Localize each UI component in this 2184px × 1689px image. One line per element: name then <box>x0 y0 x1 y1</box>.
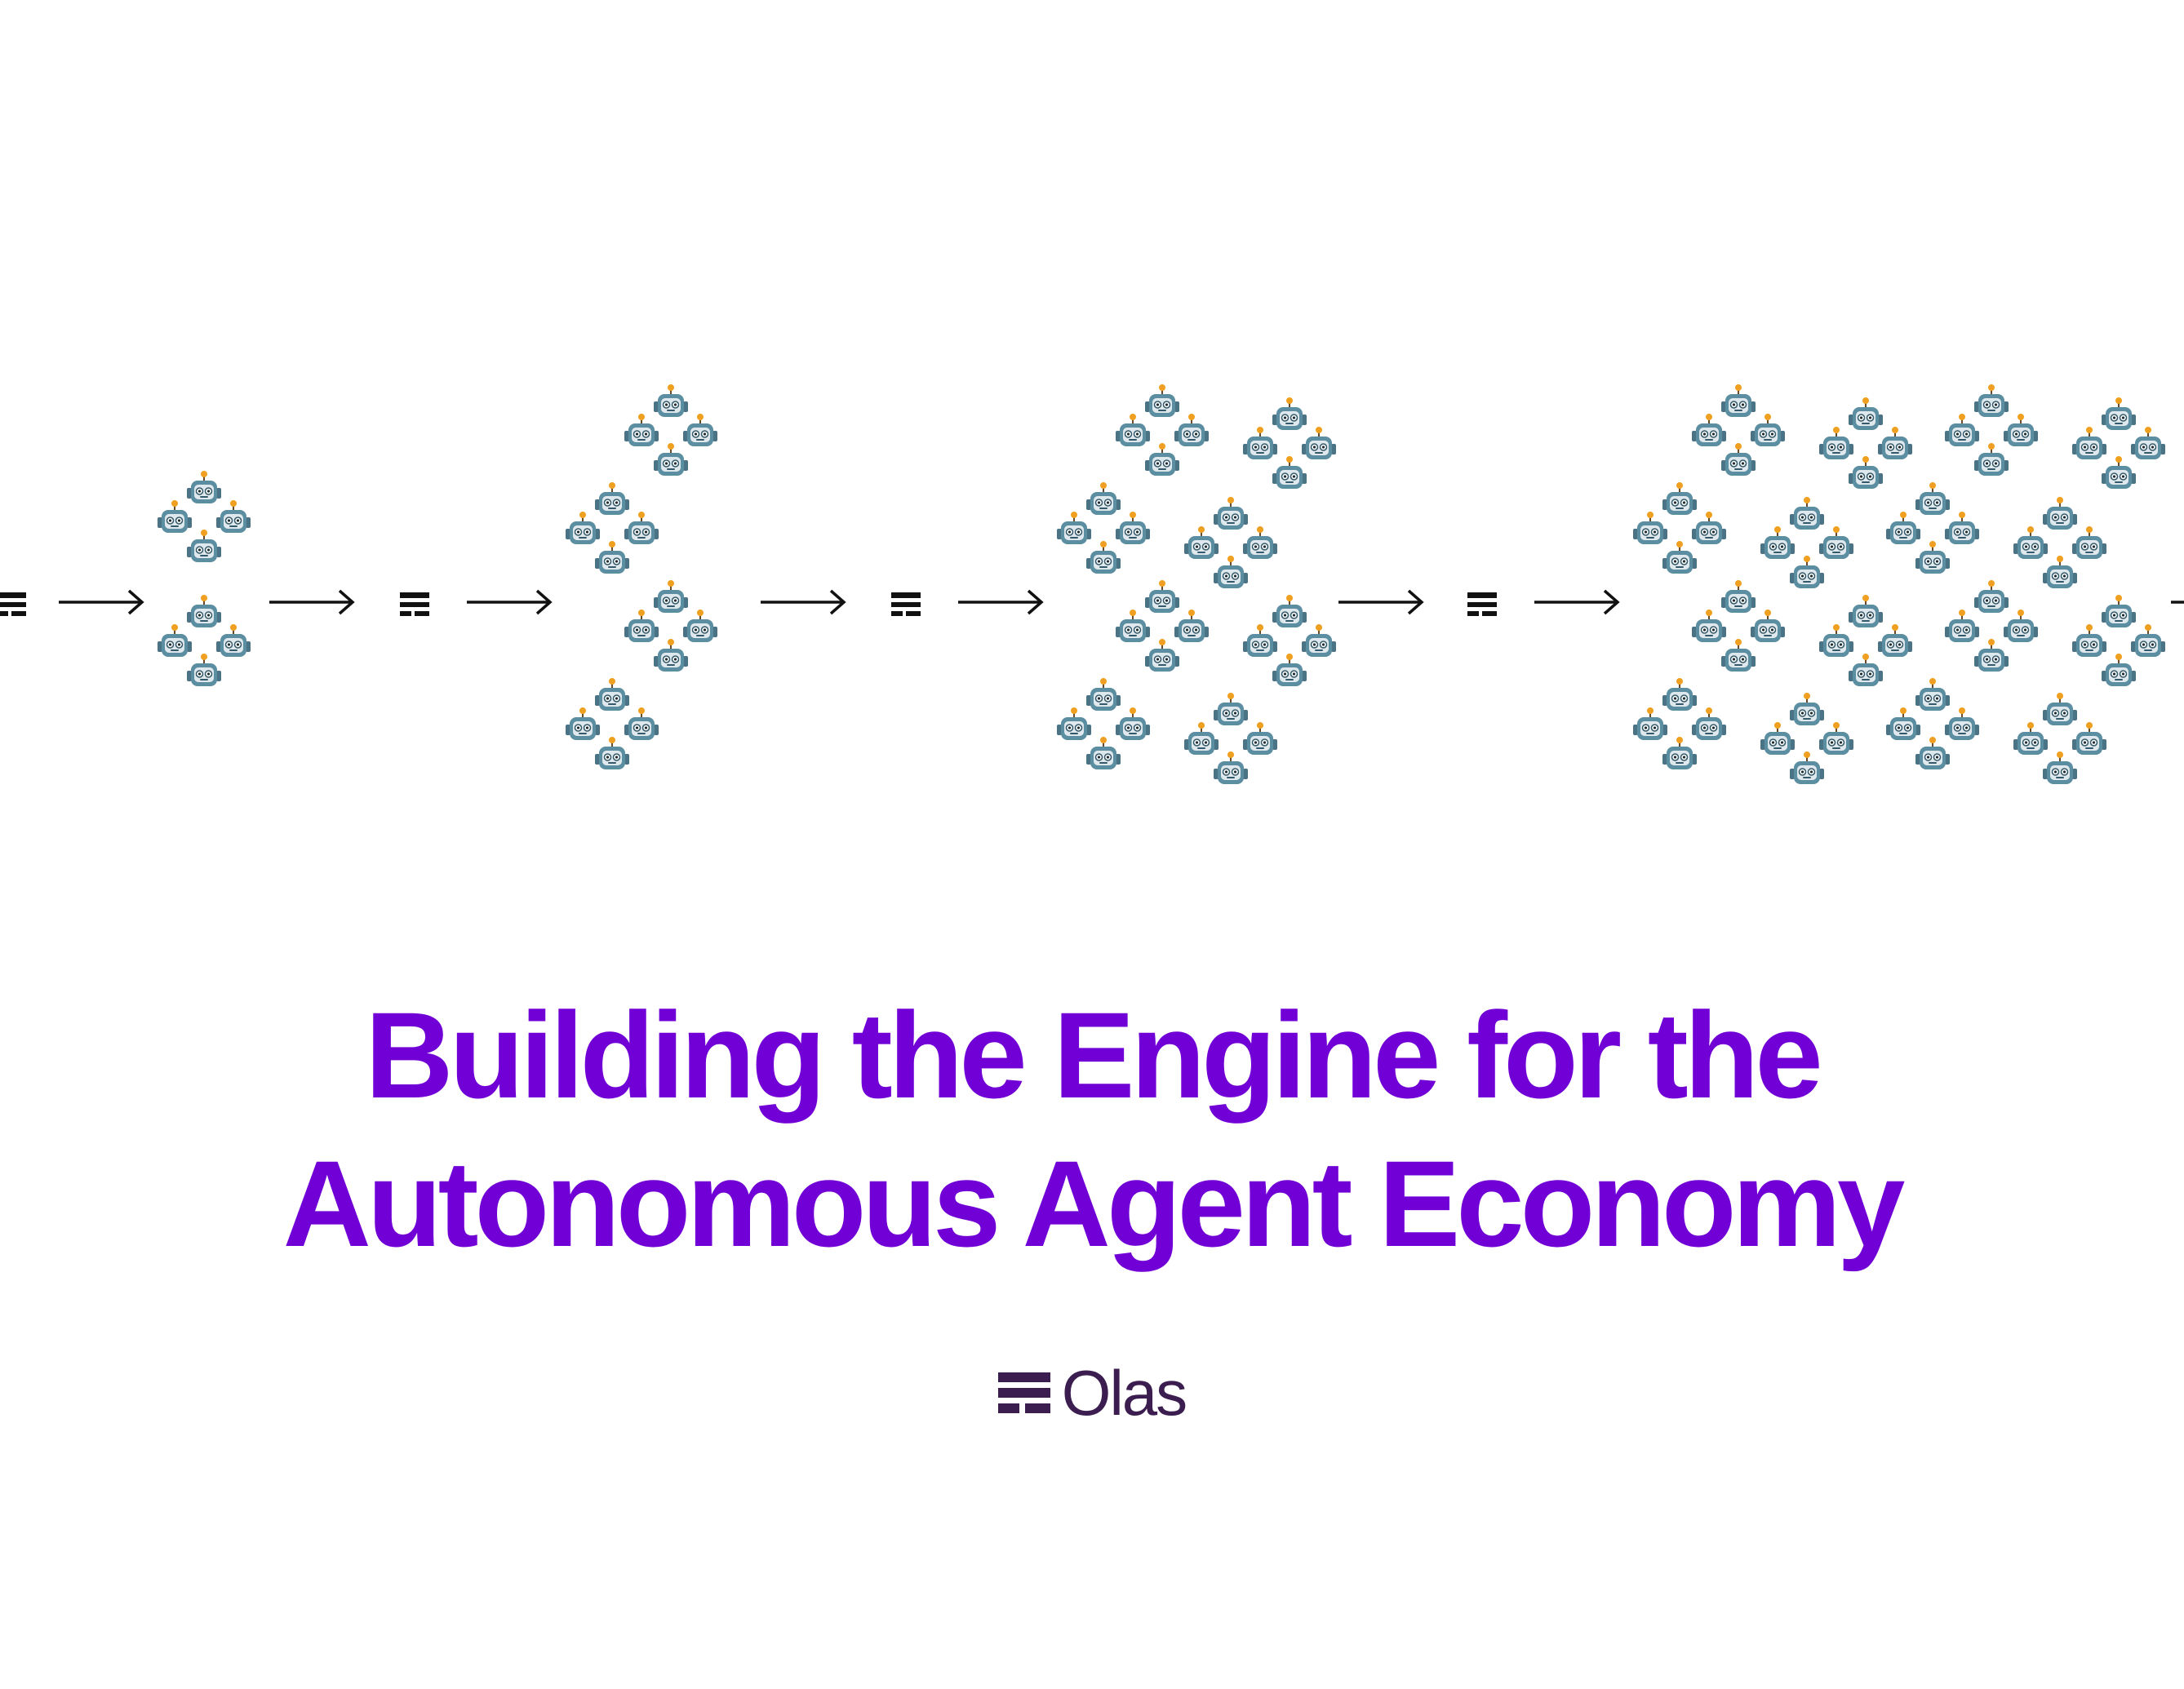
arrow-icon <box>268 589 354 615</box>
arrow-icon <box>957 589 1043 615</box>
robot-cluster <box>158 595 251 686</box>
olas-logo-icon <box>997 1372 1050 1413</box>
robot-cluster <box>1633 678 1726 769</box>
agent-group <box>158 471 251 686</box>
arrow-icon <box>1337 589 1423 615</box>
robot-cluster <box>1945 580 2038 672</box>
robot-cluster <box>1886 678 1979 769</box>
robot-cluster <box>2072 595 2165 686</box>
arrow-icon <box>57 589 144 615</box>
robot-cluster <box>2013 693 2106 784</box>
robot-cluster <box>566 482 659 574</box>
robot-cluster <box>1886 482 1979 574</box>
robot-cluster <box>1692 384 1785 476</box>
agent-group <box>566 384 717 769</box>
protocol-icon <box>0 592 26 616</box>
robot-cluster <box>1116 384 1209 476</box>
protocol-icon <box>891 592 921 616</box>
robot-cluster <box>1243 397 1336 489</box>
agent-group <box>1633 384 2165 784</box>
brand-name: Olas <box>1061 1357 1187 1429</box>
robot-cluster <box>158 471 251 562</box>
robot-cluster <box>566 678 659 769</box>
headline-line-2: Autonomous Agent Economy <box>282 1135 1906 1272</box>
robot-cluster <box>1184 497 1277 588</box>
robot-cluster <box>1945 384 2038 476</box>
robot-cluster <box>624 580 717 672</box>
robot-cluster <box>1184 693 1277 784</box>
robot-cluster <box>1692 580 1785 672</box>
robot-cluster <box>2072 397 2165 489</box>
arrow-icon <box>759 589 846 615</box>
arrow-icon <box>1533 589 1619 615</box>
brand-logo: Olas <box>0 1361 2184 1425</box>
robot-cluster <box>1633 482 1726 574</box>
headline-line-1: Building the Engine for the <box>365 986 1823 1124</box>
robot-cluster <box>1819 595 1912 686</box>
robot-cluster <box>1760 497 1853 588</box>
arrow-icon <box>465 589 552 615</box>
agent-growth-diagram <box>0 0 2184 898</box>
robot-cluster <box>1760 693 1853 784</box>
robot-cluster <box>1819 397 1912 489</box>
agent-group <box>1057 384 1336 784</box>
protocol-icon <box>1467 592 1497 616</box>
robot-cluster <box>1116 580 1209 672</box>
robot-cluster <box>2013 497 2106 588</box>
robot-cluster <box>624 384 717 476</box>
protocol-icon <box>400 592 429 616</box>
robot-cluster <box>1057 678 1150 769</box>
robot-cluster <box>1243 595 1336 686</box>
robot-cluster <box>1057 482 1150 574</box>
